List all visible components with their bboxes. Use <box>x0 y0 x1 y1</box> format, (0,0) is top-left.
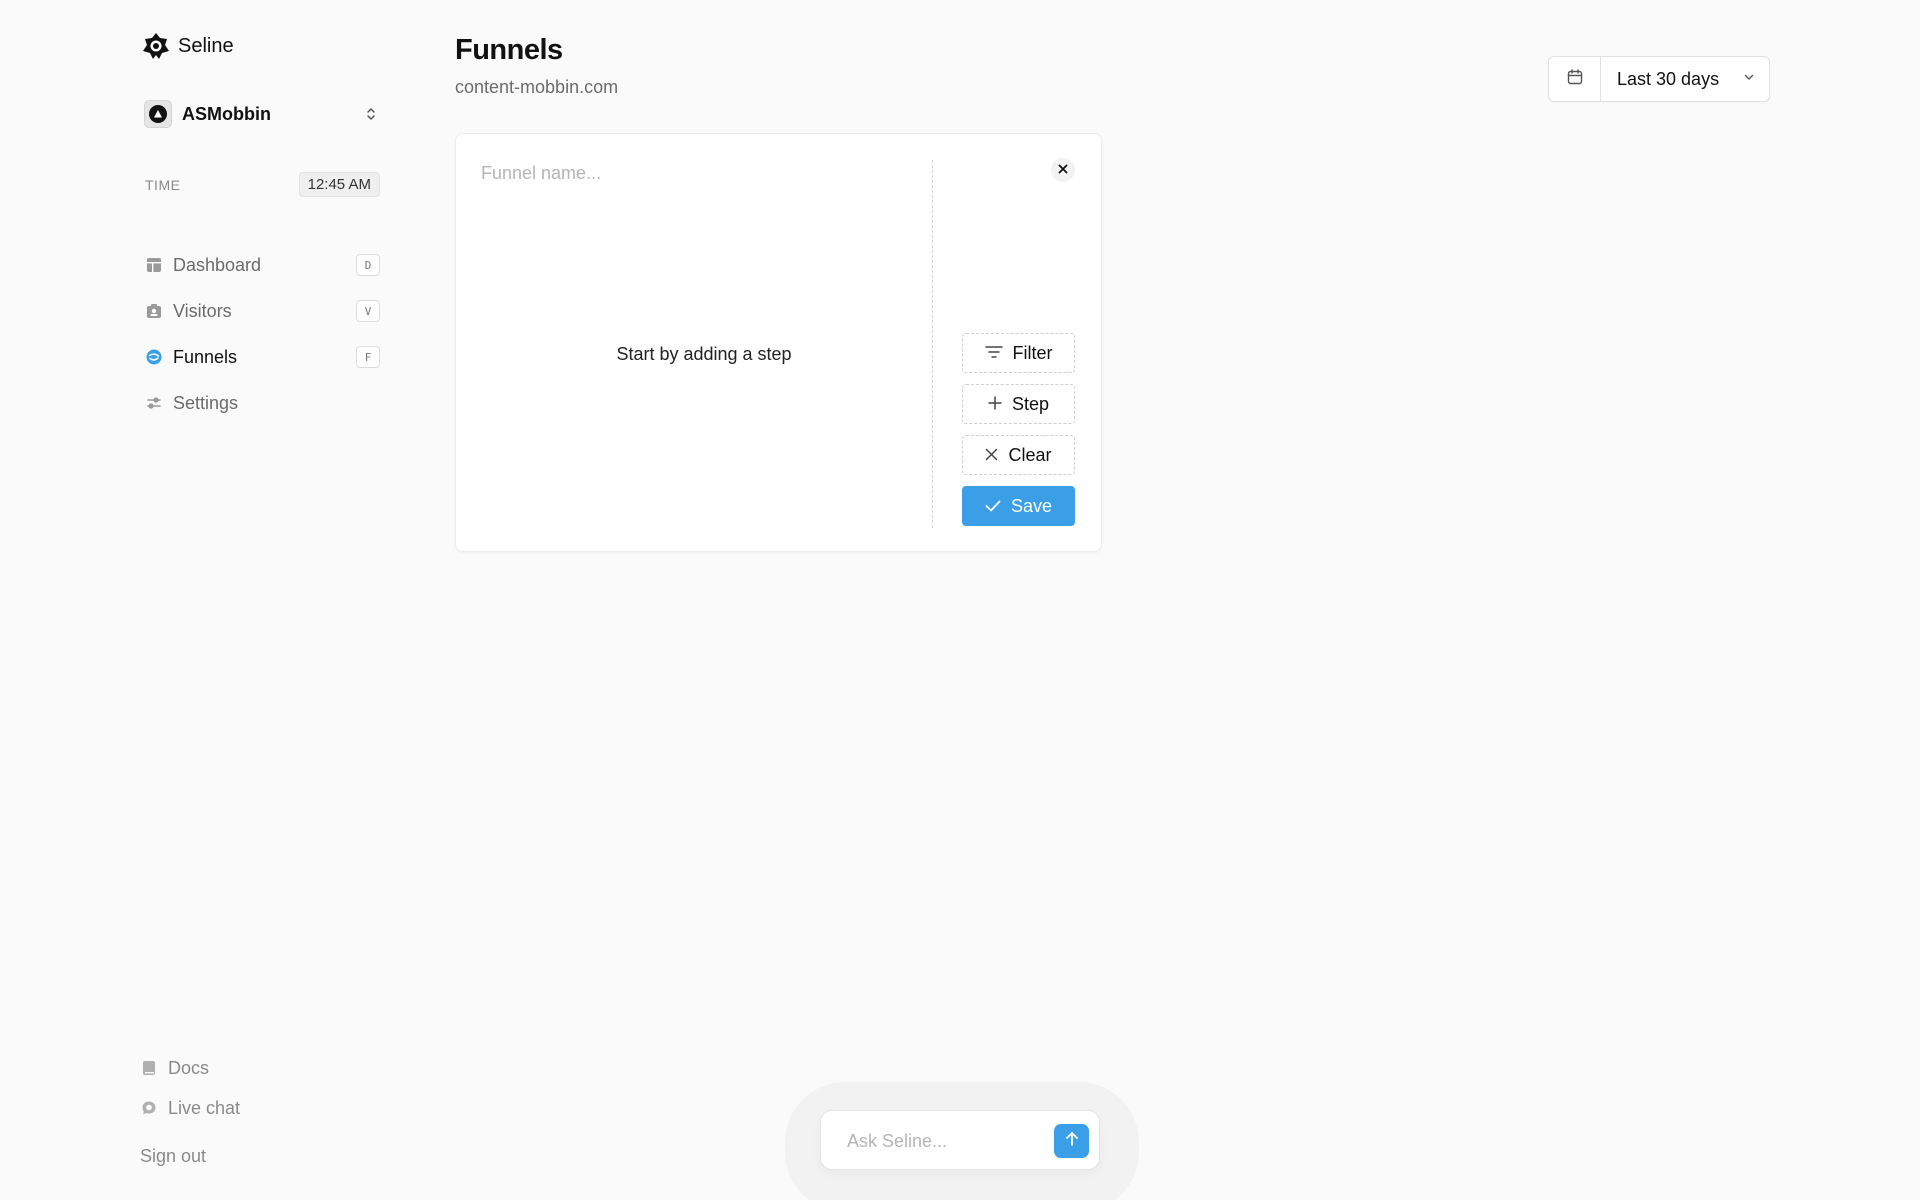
filter-button[interactable]: Filter <box>962 333 1075 373</box>
live-chat-link[interactable]: Live chat <box>140 1088 380 1128</box>
plus-icon <box>988 394 1002 415</box>
docs-link[interactable]: Docs <box>140 1048 380 1088</box>
book-icon <box>140 1059 158 1077</box>
sidebar-item-visitors[interactable]: Visitors V <box>145 288 380 334</box>
filter-button-label: Filter <box>1012 342 1053 363</box>
time-label: TIME <box>145 176 181 193</box>
step-button-label: Step <box>1011 393 1050 414</box>
sidebar-item-label: Dashboard <box>173 254 262 275</box>
sidebar: Seline ASMobbin TIME 12:45 AM Dashboard … <box>140 28 380 1178</box>
time-value: 12:45 AM <box>298 172 380 197</box>
funnel-icon <box>145 348 163 366</box>
clear-button-label: Clear <box>1008 444 1052 465</box>
arrow-up-icon <box>1065 1131 1079 1152</box>
sidebar-item-label: Settings <box>173 392 239 413</box>
users-icon <box>145 302 163 320</box>
save-button[interactable]: Save <box>962 486 1075 526</box>
funnel-builder-card: Start by adding a step Filter Step Clear… <box>455 133 1102 552</box>
chat-bubble-icon <box>140 1099 158 1117</box>
sidebar-item-label: Funnels <box>173 346 238 367</box>
ask-seline-bar <box>820 1110 1100 1170</box>
workspace-avatar <box>144 100 172 128</box>
clear-button[interactable]: Clear <box>962 435 1075 475</box>
sidebar-item-settings[interactable]: Settings <box>145 380 380 426</box>
workspace-switcher[interactable]: ASMobbin <box>144 98 380 130</box>
live-chat-label: Live chat <box>168 1097 241 1118</box>
page-subtitle: content-mobbin.com <box>455 77 619 97</box>
page-title: Funnels <box>455 34 563 66</box>
check-icon <box>985 496 1001 517</box>
chevron-down-icon <box>1743 70 1755 88</box>
shortcut-badge: V <box>356 300 380 322</box>
time-row: TIME 12:45 AM <box>145 172 380 197</box>
brand[interactable]: Seline <box>140 28 380 64</box>
add-step-button[interactable]: Step <box>962 384 1075 424</box>
close-icon <box>1058 161 1068 179</box>
empty-state-text: Start by adding a step <box>616 344 792 364</box>
app-root: Seline ASMobbin TIME 12:45 AM Dashboard … <box>0 0 1920 1200</box>
shortcut-badge: D <box>356 254 380 276</box>
filter-icon <box>984 343 1003 364</box>
calendar-icon <box>1566 68 1584 91</box>
docs-label: Docs <box>168 1057 210 1078</box>
workspace-name: ASMobbin <box>182 103 271 124</box>
sign-out-link[interactable]: Sign out <box>140 1136 380 1176</box>
chevron-up-down-icon[interactable] <box>362 104 380 124</box>
date-range-picker: Last 30 days <box>1548 56 1770 102</box>
sidebar-bottom: Docs Live chat Sign out <box>140 1048 380 1176</box>
sidebar-item-label: Visitors <box>173 300 232 321</box>
ask-seline-input[interactable] <box>847 1128 1037 1154</box>
x-icon <box>985 445 998 466</box>
funnel-name-input[interactable] <box>481 158 901 188</box>
close-button[interactable] <box>1051 158 1075 182</box>
send-button[interactable] <box>1054 1124 1089 1158</box>
calendar-button[interactable] <box>1549 57 1601 101</box>
brand-name: Seline <box>178 34 234 57</box>
shortcut-badge: F <box>356 346 380 368</box>
sidebar-item-dashboard[interactable]: Dashboard D <box>145 242 380 288</box>
seline-logo-icon <box>140 30 172 62</box>
layout-icon <box>145 256 163 274</box>
sidebar-item-funnels[interactable]: Funnels F <box>145 334 380 380</box>
sidebar-nav: Dashboard D Visitors V Funnels F Setting… <box>145 242 380 426</box>
sliders-icon <box>145 394 163 412</box>
date-range-select[interactable]: Last 30 days <box>1601 57 1769 101</box>
date-range-label: Last 30 days <box>1617 68 1720 89</box>
save-button-label: Save <box>1010 495 1053 516</box>
